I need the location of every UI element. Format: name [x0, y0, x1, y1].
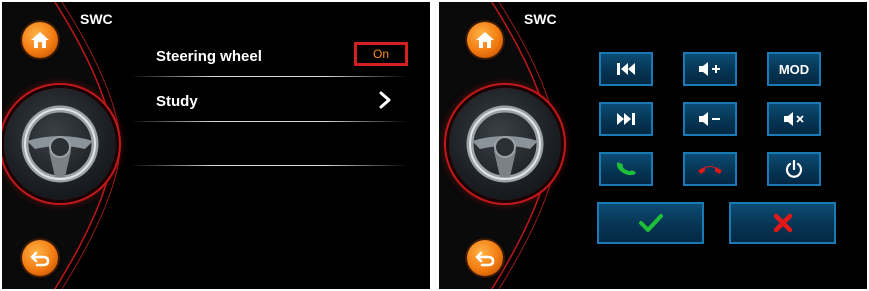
next-track-button[interactable]: [599, 102, 653, 136]
steering-wheel-icon: [466, 105, 544, 183]
menu-item-label: Steering wheel: [156, 48, 262, 65]
volume-up-button[interactable]: [683, 52, 737, 86]
back-arrow-icon: [30, 251, 50, 267]
skip-back-icon: [617, 63, 635, 75]
page-title: SWC: [524, 11, 557, 27]
close-x-icon: [773, 213, 792, 233]
home-icon: [31, 32, 49, 48]
divider: [130, 121, 408, 122]
power-button[interactable]: [767, 152, 821, 186]
confirm-button[interactable]: [597, 202, 704, 244]
previous-track-button[interactable]: [599, 52, 653, 86]
cancel-button[interactable]: [729, 202, 836, 244]
volume-down-icon: [699, 112, 720, 126]
mute-icon: [784, 112, 804, 126]
home-icon: [476, 32, 494, 48]
divider: [130, 76, 408, 77]
phone-hangup-icon: [698, 166, 722, 174]
power-icon: [785, 160, 803, 178]
home-button[interactable]: [467, 22, 503, 58]
steering-wheel-emblem: [449, 88, 561, 200]
steering-wheel-emblem: [4, 88, 116, 200]
mode-label: MOD: [778, 61, 810, 77]
steering-wheel-icon: [21, 105, 99, 183]
menu-item-label: Study: [156, 93, 198, 110]
back-button[interactable]: [22, 240, 58, 276]
menu-item-steering-wheel[interactable]: Steering wheel On: [130, 36, 408, 76]
page-title: SWC: [80, 11, 113, 27]
swc-menu-screen: SWC Steering wheel On Study: [2, 2, 430, 289]
home-button[interactable]: [22, 22, 58, 58]
back-button[interactable]: [467, 240, 503, 276]
mode-button[interactable]: MOD: [767, 52, 821, 86]
volume-up-icon: [699, 62, 720, 76]
phone-answer-icon: [616, 162, 636, 176]
skip-forward-icon: [617, 113, 635, 125]
hang-up-button[interactable]: [683, 152, 737, 186]
mute-button[interactable]: [767, 102, 821, 136]
chevron-right-icon[interactable]: [376, 90, 394, 110]
divider: [130, 165, 408, 166]
toggle-value: On: [372, 47, 389, 61]
menu-item-study[interactable]: Study: [130, 81, 408, 121]
volume-down-button[interactable]: [683, 102, 737, 136]
steering-wheel-toggle[interactable]: On: [354, 42, 408, 66]
checkmark-icon: [638, 214, 663, 232]
answer-call-button[interactable]: [599, 152, 653, 186]
back-arrow-icon: [475, 251, 495, 267]
swc-learn-screen: SWC MOD: [439, 2, 867, 289]
